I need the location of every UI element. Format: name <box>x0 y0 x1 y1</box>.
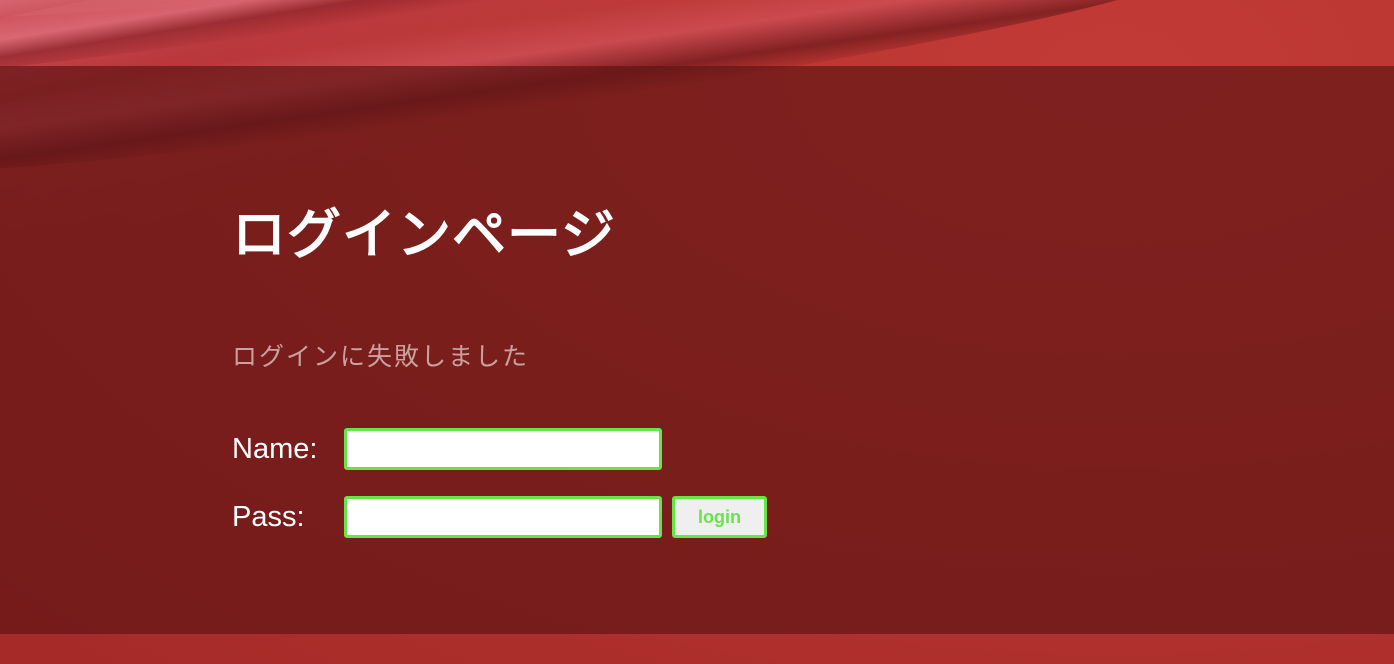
password-input[interactable] <box>344 496 662 538</box>
background-fold-highlight <box>0 0 1197 50</box>
pass-label: Pass: <box>232 500 305 533</box>
pass-row: Pass: login <box>232 496 767 538</box>
login-page: ログインページ ログインに失敗しました Name: Pass: login <box>0 0 1394 664</box>
page-title: ログインページ <box>232 203 616 266</box>
login-error-message: ログインに失敗しました <box>232 342 530 371</box>
name-row: Name: <box>232 428 662 470</box>
login-button[interactable]: login <box>672 496 767 538</box>
name-label: Name: <box>232 432 318 465</box>
name-input[interactable] <box>344 428 662 470</box>
content-overlay-panel <box>0 66 1394 634</box>
